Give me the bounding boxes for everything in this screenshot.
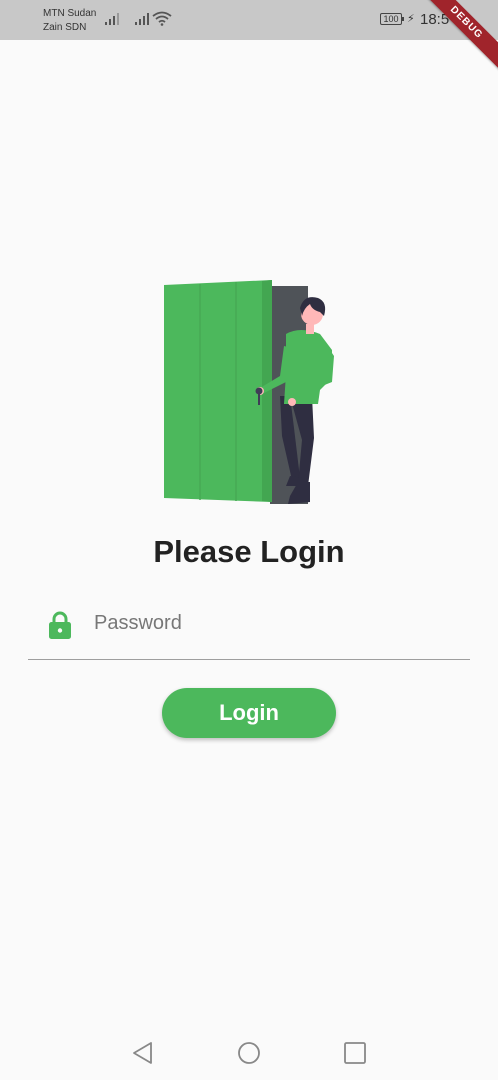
carrier-2: Zain SDN <box>43 22 87 33</box>
signal-icon <box>105 13 119 25</box>
circle-home-icon[interactable] <box>237 1041 261 1065</box>
login-door-illustration <box>164 280 334 504</box>
triangle-back-icon[interactable] <box>131 1041 155 1065</box>
carrier-names: MTN Sudan Zain SDN <box>43 7 96 35</box>
lock-icon <box>49 611 71 639</box>
status-bar: MTN Sudan Zain SDN 100 ⚡ 18:5 <box>0 0 498 40</box>
battery-icon: 100 <box>380 13 404 25</box>
wifi-icon <box>152 11 172 26</box>
charging-icon: ⚡ <box>407 13 415 25</box>
password-field[interactable] <box>28 598 470 660</box>
system-nav-bar <box>0 1024 498 1080</box>
login-screen: MTN Sudan Zain SDN 100 ⚡ 18:5 DEBUG Plea… <box>0 0 498 1080</box>
carrier-1: MTN Sudan <box>43 8 97 19</box>
square-recent-icon[interactable] <box>343 1041 367 1065</box>
page-title: Please Login <box>153 534 345 569</box>
signal-icon <box>135 13 149 25</box>
login-button[interactable]: Login <box>162 688 336 738</box>
password-input[interactable] <box>94 606 454 640</box>
